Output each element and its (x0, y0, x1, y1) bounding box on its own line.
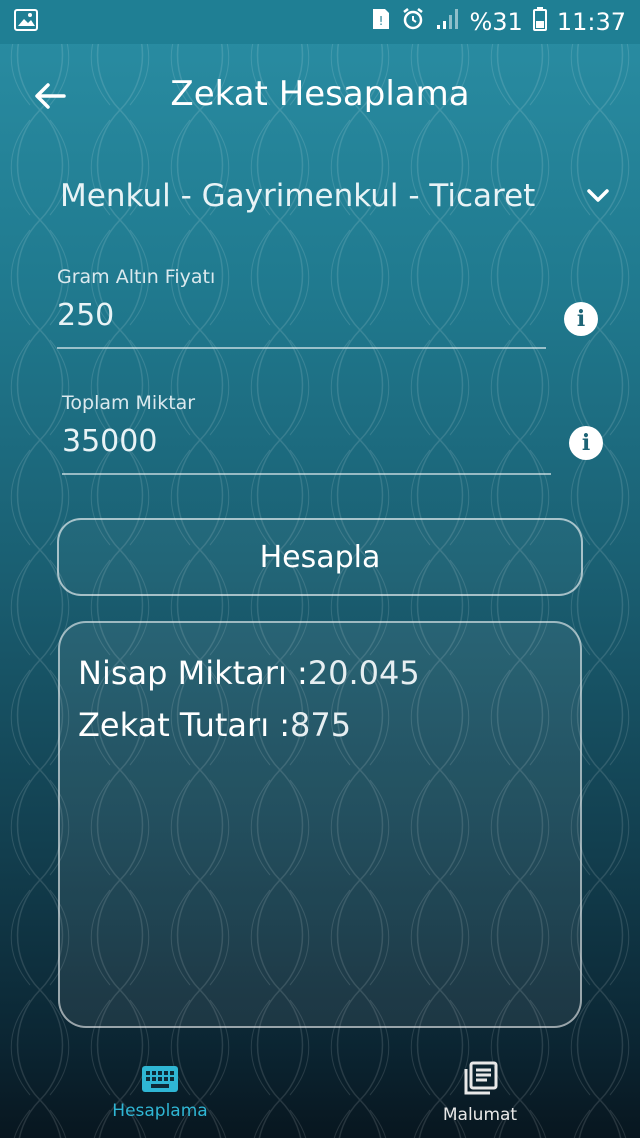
battery-percent: %31 (469, 8, 523, 36)
result-panel: Nisap Miktarı :20.045 Zekat Tutarı :875 (58, 621, 582, 1028)
gold-price-field: Gram Altın Fiyatı (57, 266, 546, 349)
battery-icon (532, 7, 547, 37)
zekat-label: Zekat Tutarı : (78, 706, 291, 744)
chevron-down-icon (587, 189, 609, 202)
status-bar: ! %31 11:37 (0, 0, 640, 44)
nav-item-hesaplama[interactable]: Hesaplama (0, 1048, 320, 1138)
calculate-button[interactable]: Hesapla (57, 518, 583, 596)
category-dropdown-value: Menkul - Gayrimenkul - Ticaret (60, 178, 536, 214)
nav-label-malumat: Malumat (442, 1105, 518, 1125)
sim-alert-icon: ! (371, 7, 391, 37)
total-amount-label: Toplam Miktar (62, 392, 196, 414)
gold-price-label: Gram Altın Fiyatı (57, 266, 216, 288)
nav-item-malumat[interactable]: Malumat (320, 1048, 640, 1138)
clock-time: 11:37 (556, 8, 626, 36)
app-bar: Zekat Hesaplama (0, 44, 640, 148)
total-amount-info-icon[interactable]: i (569, 426, 603, 460)
gallery-notification-icon (14, 9, 38, 35)
svg-text:!: ! (379, 14, 384, 28)
total-amount-field: Toplam Miktar (62, 392, 551, 475)
gold-price-info-icon[interactable]: i (564, 302, 598, 336)
keyboard-icon (142, 1066, 178, 1092)
nav-label-hesaplama: Hesaplama (112, 1101, 208, 1121)
zekat-value: 875 (290, 706, 352, 744)
signal-icon (435, 7, 459, 37)
status-right: ! %31 11:37 (371, 7, 626, 37)
nisap-result: Nisap Miktarı :20.045 (78, 647, 562, 699)
page-title: Zekat Hesaplama (170, 74, 470, 114)
document-icon (464, 1061, 498, 1095)
gold-price-input[interactable] (57, 288, 546, 349)
total-amount-input[interactable] (62, 414, 551, 475)
nisap-label: Nisap Miktarı : (78, 654, 308, 692)
bottom-nav: Hesaplama Malumat (0, 1048, 640, 1138)
nisap-value: 20.045 (307, 654, 420, 692)
alarm-icon (401, 7, 425, 37)
status-left (14, 9, 38, 35)
zekat-result: Zekat Tutarı :875 (78, 699, 562, 751)
category-dropdown[interactable]: Menkul - Gayrimenkul - Ticaret (60, 166, 610, 226)
